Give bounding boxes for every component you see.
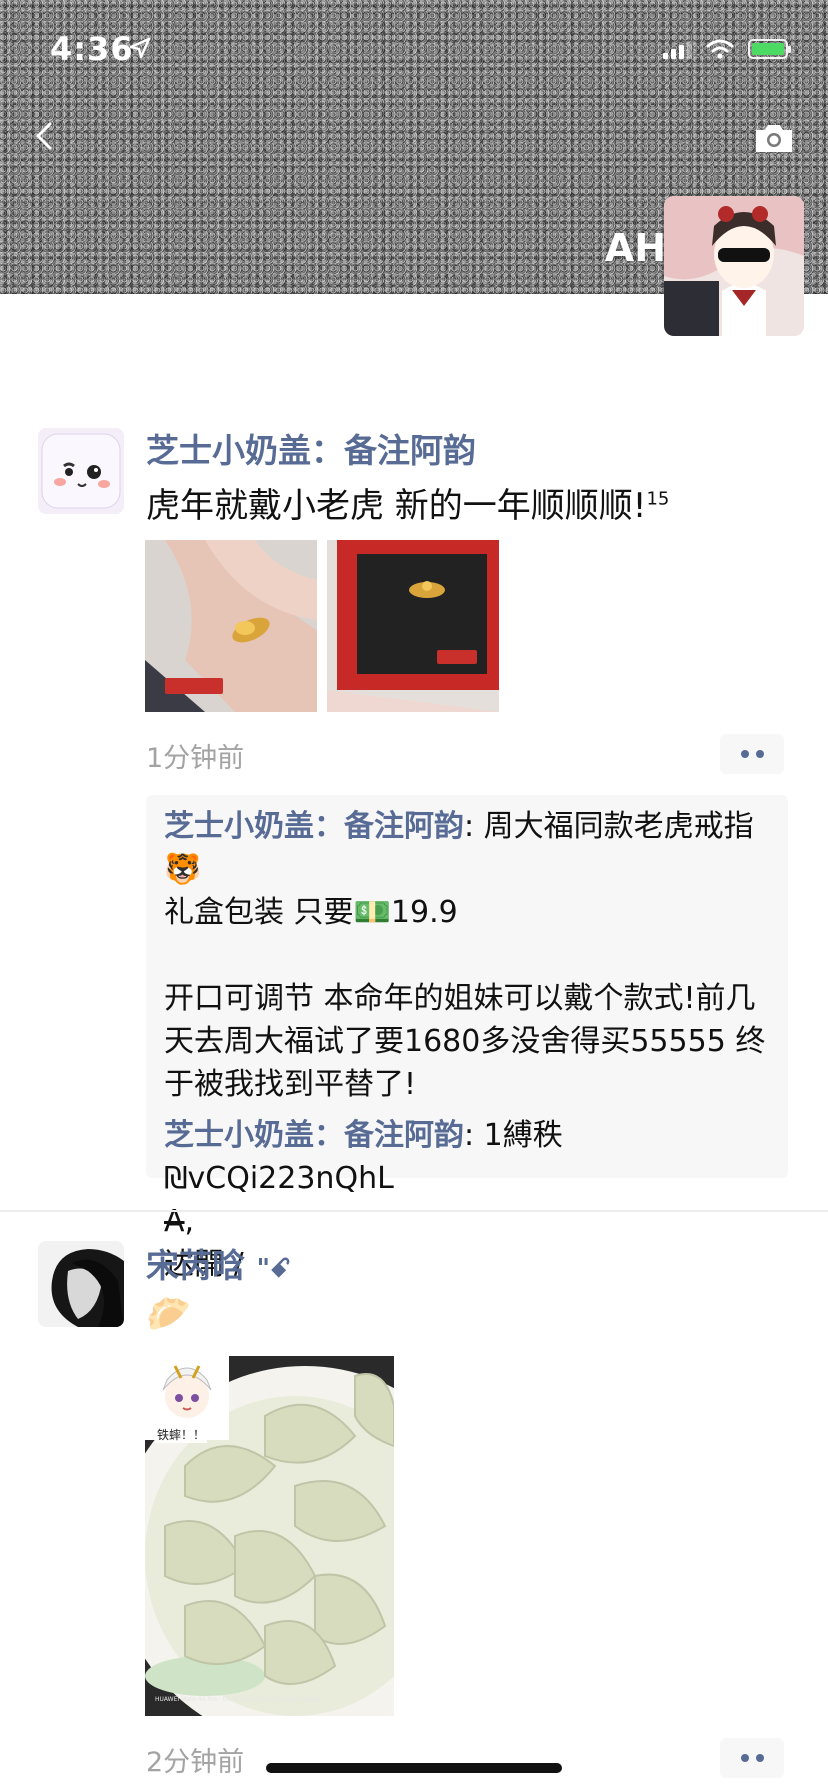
back-icon[interactable] <box>26 116 66 156</box>
comment-line: 于被我找到平替了! <box>164 1067 417 1102</box>
post-author-name[interactable]: 芝士小奶盖：备注阿韵 <box>146 424 476 472</box>
comment-author[interactable]: 芝士小奶盖：备注阿韵 <box>164 809 464 844</box>
post-divider <box>0 1210 828 1212</box>
comment-author[interactable]: 芝士小奶盖：备注阿韵 <box>164 1118 464 1153</box>
sticker-caption: 铁蟀！！ <box>155 1426 208 1443</box>
post-image-dumplings[interactable]: 铁蟀！！ HUAWEI Mate 40 Pro · Ultra Vision C… <box>145 1356 394 1716</box>
post-text: 虎年就戴小老虎 新的一年顺顺顺!15 <box>146 486 670 526</box>
comment-line: 开口可调节 本命年的姐妹可以戴个款式!前几 <box>164 981 756 1016</box>
wifi-icon <box>706 39 734 59</box>
comment-emoji: 🐯 <box>164 852 202 887</box>
post-image-ring-box[interactable] <box>327 540 499 712</box>
camera-icon[interactable] <box>752 120 796 156</box>
comment-section: 芝士小奶盖：备注阿韵: 周大福同款老虎戒指 🐯 礼盒包装 只要💵19.9 开口可… <box>146 795 788 1282</box>
status-time: 4:36 <box>50 30 134 68</box>
comment-line: 天去周大福试了要1680多没舍得买55555 终 <box>164 1024 766 1059</box>
post-time: 1分钟前 <box>146 743 245 774</box>
dot-icon <box>740 1754 749 1762</box>
dot-icon <box>755 750 764 758</box>
post-author-name[interactable]: 宋芮晗 "ꗃ <box>146 1239 291 1287</box>
comment-line: A, <box>164 1204 195 1239</box>
more-actions-button[interactable] <box>720 734 784 774</box>
dot-icon <box>755 1754 764 1762</box>
post-time: 2分钟前 <box>146 1747 245 1778</box>
camera-watermark: HUAWEI Mate 40 Pro · Ultra Vision Cine C… <box>155 1696 321 1703</box>
moments-page: 4:36 AH 芝士小奶盖：备注阿韵 虎年就戴小老虎 新的一年顺顺顺!15 1分… <box>0 0 828 1792</box>
status-bar: 4:36 <box>0 0 828 96</box>
more-actions-button[interactable] <box>720 1738 784 1778</box>
comment-line: 礼盒包装 只要💵19.9 <box>164 895 458 930</box>
home-indicator[interactable] <box>266 1763 562 1773</box>
cellular-signal-icon <box>663 39 692 59</box>
post-text-superscript: 15 <box>646 488 670 510</box>
post-author-avatar[interactable] <box>38 428 124 514</box>
money-icon: 💵 <box>353 895 391 930</box>
location-arrow-icon <box>129 37 151 59</box>
nickname-decoration: "ꗃ <box>256 1254 291 1284</box>
comment-item[interactable]: 芝士小奶盖：备注阿韵: 1縛秩₪vCQi223nQhL <box>164 1114 770 1200</box>
comment-item[interactable]: 芝士小奶盖：备注阿韵: 周大福同款老虎戒指 <box>164 805 770 848</box>
post-emoji: 🥟 <box>146 1294 191 1335</box>
dot-icon <box>740 750 749 758</box>
post-author-avatar[interactable] <box>38 1241 124 1327</box>
battery-icon <box>748 39 791 59</box>
post-image-ring-hand[interactable] <box>145 540 317 712</box>
profile-name: AH <box>604 226 666 270</box>
profile-avatar[interactable] <box>664 196 804 336</box>
